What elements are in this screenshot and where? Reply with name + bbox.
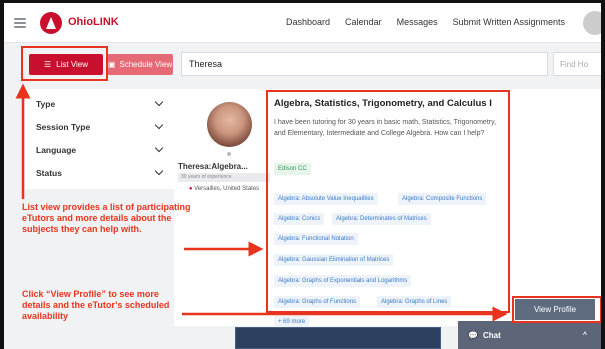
- subject-tag[interactable]: Algebra: Functional Notation: [274, 233, 358, 245]
- experience-badge: 30 years of experience: [178, 173, 270, 182]
- calendar-icon: ▣: [107, 60, 116, 69]
- subject-tag[interactable]: Algebra: Composite Functions: [398, 193, 487, 205]
- subject-tag[interactable]: Algebra: Gaussian Elimination of Matrice…: [274, 254, 394, 266]
- main-nav: Dashboard Calendar Messages Submit Writt…: [286, 17, 565, 27]
- tutor-description: I have been tutoring for 30 years in bas…: [274, 119, 497, 137]
- find-hours-input[interactable]: Find Ho: [553, 52, 601, 76]
- view-profile-button[interactable]: View Profile: [515, 299, 595, 320]
- chevron-down-icon: [154, 120, 164, 130]
- filter-label: Status: [36, 167, 62, 178]
- subject-tag[interactable]: Algebra: Conics: [274, 213, 325, 225]
- chevron-down-icon: [154, 166, 164, 176]
- chevron-up-icon: ^: [582, 331, 587, 339]
- filter-type[interactable]: Type: [25, 92, 174, 115]
- filter-session-type[interactable]: Session Type: [25, 115, 174, 138]
- filter-label: Type: [36, 98, 56, 109]
- status-dot-icon: [227, 152, 231, 156]
- tutor-photo[interactable]: [207, 102, 252, 147]
- list-view-button[interactable]: ☰ List View: [29, 54, 103, 75]
- nav-messages[interactable]: Messages: [397, 17, 438, 27]
- tutor-name[interactable]: Theresa:Algebra...: [178, 162, 270, 171]
- subject-tag[interactable]: Algebra: Determinates of Matrices: [332, 213, 431, 225]
- schedule-view-button[interactable]: ▣ Schedule View: [107, 54, 173, 75]
- filter-label: Language: [36, 144, 77, 155]
- nav-calendar[interactable]: Calendar: [345, 17, 382, 27]
- filter-sidebar: Type Session Type Language Status: [25, 89, 174, 189]
- subject-title: Algebra, Statistics, Trigonometry, and C…: [274, 98, 492, 109]
- nav-dashboard[interactable]: Dashboard: [286, 17, 330, 27]
- filter-status[interactable]: Status: [25, 161, 174, 184]
- list-icon: ☰: [43, 60, 52, 69]
- subject-tag[interactable]: Algebra: Graphs of Exponentials and Loga…: [274, 275, 412, 287]
- app-screen: OhioLINK Dashboard Calendar Messages Sub…: [4, 3, 601, 349]
- location-pin-icon: ●: [188, 186, 193, 192]
- org-badge: Edison CC: [274, 163, 311, 175]
- top-bar: OhioLINK Dashboard Calendar Messages Sub…: [4, 3, 601, 43]
- bottom-panel: [235, 327, 441, 349]
- user-avatar[interactable]: [583, 11, 601, 35]
- screenshot-frame: OhioLINK Dashboard Calendar Messages Sub…: [0, 0, 605, 349]
- logo-text[interactable]: OhioLINK: [68, 16, 119, 28]
- schedule-view-label: Schedule View: [119, 60, 173, 69]
- filter-label: Session Type: [36, 121, 91, 132]
- chevron-down-icon: [154, 97, 164, 107]
- view-profile-annotation: Click “View Profile” to see more details…: [22, 289, 170, 321]
- tutor-search-input[interactable]: Theresa: [181, 52, 548, 76]
- ohiolink-logo-icon[interactable]: [40, 12, 62, 34]
- chat-label: Chat: [482, 330, 501, 340]
- chevron-down-icon: [154, 143, 164, 153]
- tutor-card: Theresa:Algebra... 30 years of experienc…: [174, 89, 601, 328]
- subject-tag[interactable]: Algebra: Graphs of Functions: [274, 296, 361, 308]
- chat-bubble-icon: 💬: [468, 330, 478, 340]
- list-view-label: List View: [56, 60, 89, 69]
- tutor-location: ● Versailles, United States: [178, 185, 270, 194]
- filter-language[interactable]: Language: [25, 138, 174, 161]
- chat-widget[interactable]: 💬 Chat ^: [458, 321, 601, 349]
- hamburger-menu-icon[interactable]: [14, 18, 26, 28]
- list-view-annotation: List view provides a list of participati…: [22, 202, 191, 234]
- subject-tag[interactable]: Algebra: Graphs of Lines: [377, 296, 452, 308]
- nav-submit-written-assignments[interactable]: Submit Written Assignments: [453, 17, 565, 27]
- subject-tag[interactable]: Algebra: Absolute Value Inequalities: [274, 193, 378, 205]
- location-text: Versailles, United States: [194, 186, 260, 192]
